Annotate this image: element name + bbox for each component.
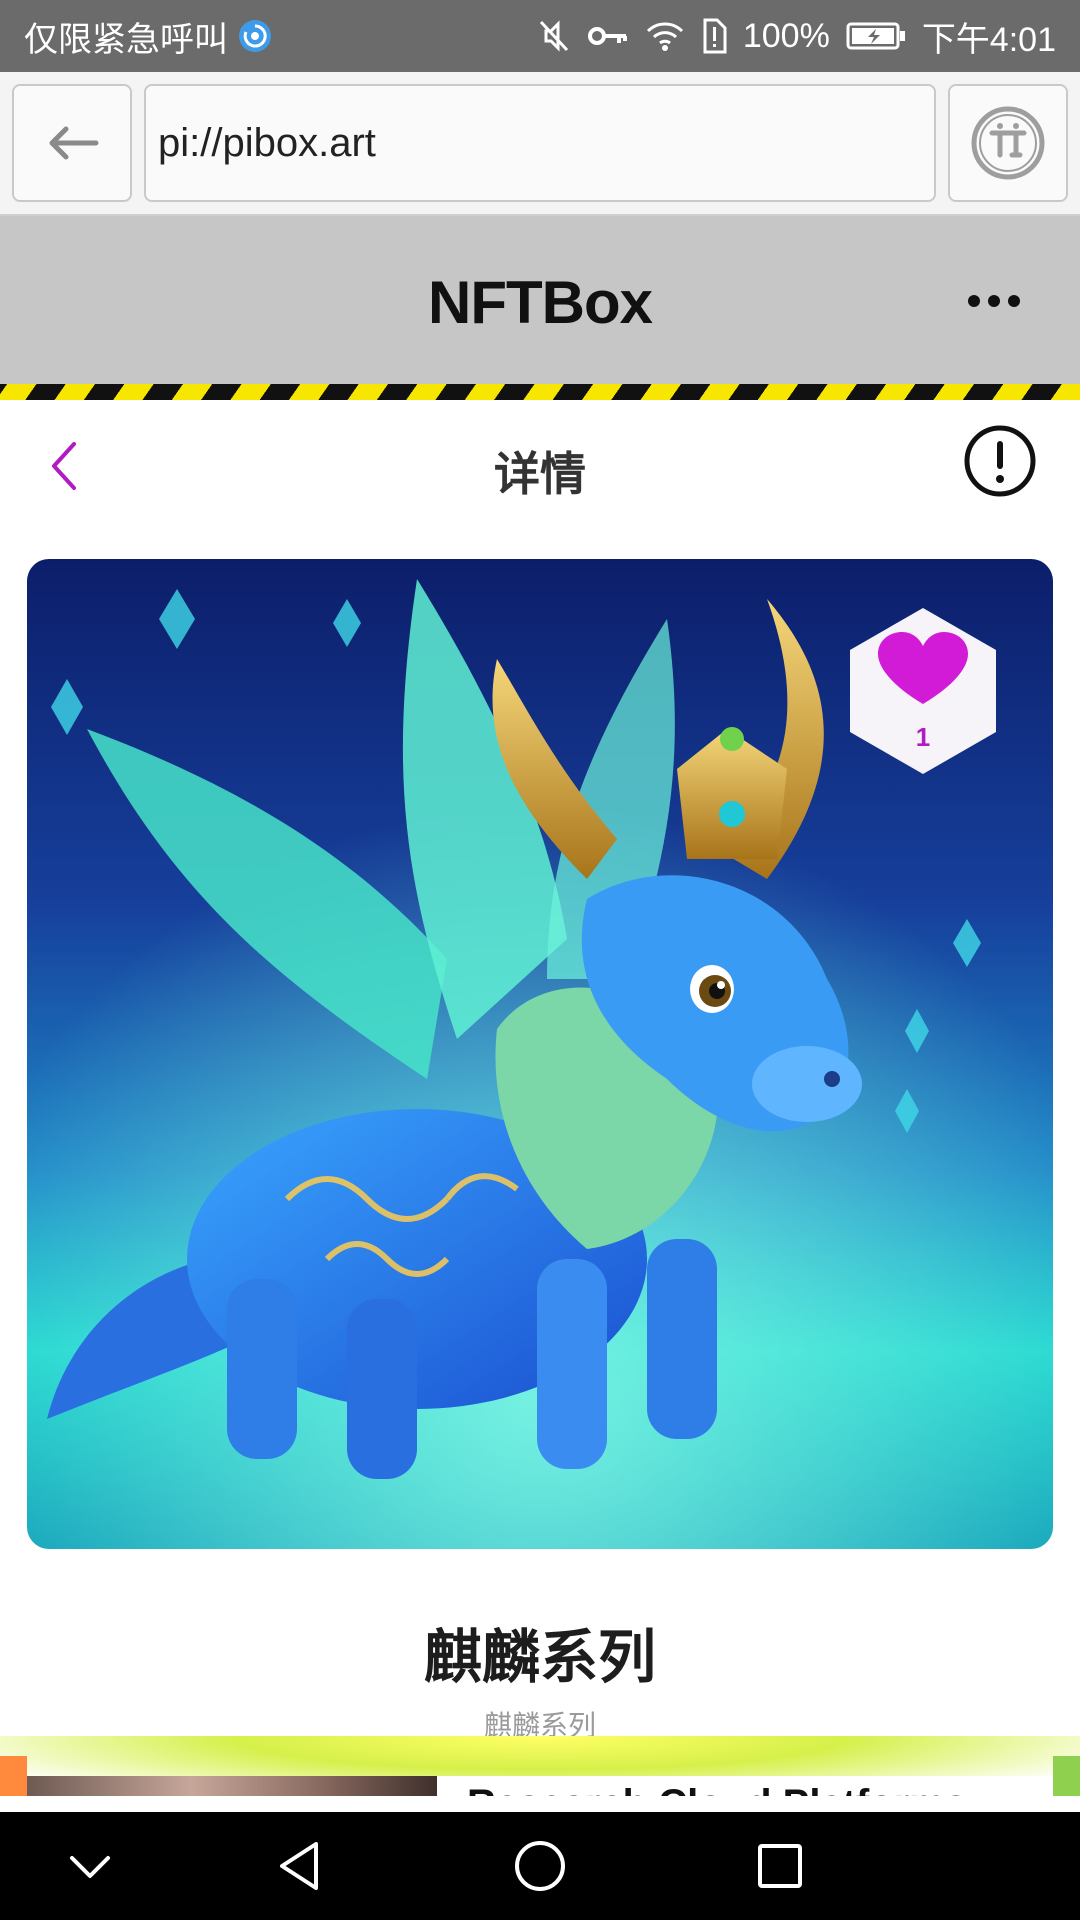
app-header: NFTBox (0, 216, 1080, 384)
ad-edge-left (0, 1756, 27, 1796)
detail-header: 详情 (0, 400, 1080, 532)
status-bar-left: 仅限紧急呼叫 (24, 12, 272, 61)
url-text: pi://pibox.art (158, 120, 376, 165)
system-back-button[interactable] (268, 1834, 332, 1898)
ad-card[interactable]: Research Cloud Platforms (27, 1776, 1053, 1796)
ad-edge-right (1053, 1756, 1080, 1796)
ad-image (27, 1776, 437, 1796)
app-notification-icon (238, 19, 272, 53)
browser-toolbar: pi://pibox.art (0, 72, 1080, 216)
circle-home-icon (515, 1841, 565, 1891)
battery-charging-icon (846, 21, 906, 51)
triangle-back-icon (280, 1842, 318, 1890)
like-count: 1 (915, 722, 931, 752)
hazard-stripe-divider (0, 384, 1080, 400)
report-button[interactable] (963, 424, 1037, 503)
carrier-text: 仅限紧急呼叫 (24, 20, 228, 59)
system-recents-button[interactable] (748, 1834, 812, 1898)
more-dots-icon (968, 295, 1020, 307)
chevron-down-icon (70, 1856, 110, 1878)
detail-title: 详情 (494, 448, 586, 500)
ad-headline: Research Cloud Platforms (467, 1782, 967, 1796)
pi-wallet-button[interactable] (948, 84, 1068, 202)
nft-title: 麒麟系列 (423, 1625, 656, 1690)
wifi-icon (645, 19, 685, 53)
key-icon (587, 21, 629, 51)
browser-back-button[interactable] (12, 84, 132, 202)
more-options-button[interactable] (964, 286, 1024, 316)
square-recents-icon (758, 1844, 802, 1888)
exclamation-circle-icon (964, 425, 1036, 497)
status-bar-right: 100% 下午4:01 (537, 12, 1056, 61)
url-input[interactable]: pi://pibox.art (144, 84, 936, 202)
system-navigation-bar (0, 1812, 1080, 1920)
ad-banner[interactable]: Research Cloud Platforms (0, 1736, 1080, 1796)
battery-percent: 100% (742, 16, 830, 55)
sim-alert-icon (701, 18, 727, 54)
app-title: NFTBox (428, 269, 653, 336)
status-bar: 仅限紧急呼叫 100% 下午4:01 (0, 0, 1080, 72)
mute-icon (537, 18, 571, 54)
hide-keyboard-button[interactable] (58, 1834, 122, 1898)
arrow-left-icon (49, 126, 99, 160)
pi-logo-icon (971, 106, 1045, 180)
system-home-button[interactable] (508, 1834, 572, 1898)
clock: 下午4:01 (921, 20, 1056, 59)
